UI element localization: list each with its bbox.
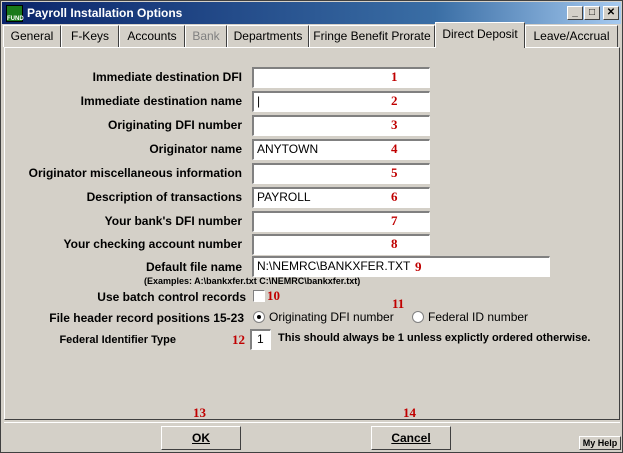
default-file-examples: (Examples: A:\bankxfer.txt C:\NEMRC\bank… bbox=[144, 276, 361, 286]
tab-strip: General F-Keys Accounts Bank Departments… bbox=[3, 22, 620, 48]
close-button[interactable]: ✕ bbox=[603, 6, 619, 20]
tab-leave-accrual[interactable]: Leave/Accrual bbox=[525, 25, 618, 47]
title-bar: FUND Payroll Installation Options _ □ ✕ bbox=[2, 2, 621, 24]
originator-misc-label: Originator miscellaneous information bbox=[28, 166, 242, 180]
ok-button[interactable]: OK bbox=[161, 426, 241, 450]
immediate-destination-name-label: Immediate destination name bbox=[80, 94, 242, 108]
tab-fringe-benefit-prorate[interactable]: Fringe Benefit Prorate bbox=[309, 25, 435, 47]
cancel-button[interactable]: Cancel bbox=[371, 426, 451, 450]
federal-id-radio[interactable] bbox=[412, 311, 424, 323]
marker-3: 3 bbox=[391, 117, 398, 132]
originator-name-input[interactable]: ANYTOWN bbox=[252, 139, 430, 160]
marker-10: 10 bbox=[267, 288, 280, 303]
originating-dfi-input[interactable] bbox=[252, 115, 430, 136]
marker-1: 1 bbox=[391, 69, 398, 84]
marker-12: 12 bbox=[232, 332, 245, 347]
default-file-label: Default file name bbox=[145, 260, 242, 274]
federal-identifier-label: Federal Identifier Type bbox=[59, 334, 176, 346]
marker-2: 2 bbox=[391, 93, 398, 108]
window-title: Payroll Installation Options bbox=[27, 6, 183, 20]
originator-name-label: Originator name bbox=[149, 142, 242, 156]
originating-dfi-radio[interactable] bbox=[253, 311, 265, 323]
tab-general[interactable]: General bbox=[3, 25, 61, 47]
cancel-button-label: Cancel bbox=[391, 431, 431, 445]
my-help-button[interactable]: My Help bbox=[579, 436, 621, 450]
batch-control-label: Use batch control records bbox=[97, 290, 246, 304]
checking-account-label: Your checking account number bbox=[63, 237, 242, 251]
description-label: Description of transactions bbox=[86, 190, 242, 204]
app-icon-text: FUND bbox=[7, 16, 24, 22]
batch-control-checkbox[interactable] bbox=[253, 290, 265, 302]
app-icon: FUND bbox=[6, 5, 24, 22]
marker-13: 13 bbox=[193, 405, 206, 420]
bank-dfi-label: Your bank's DFI number bbox=[104, 214, 242, 228]
originating-dfi-label: Originating DFI number bbox=[108, 118, 242, 132]
minimize-button[interactable]: _ bbox=[567, 6, 583, 20]
marker-4: 4 bbox=[391, 141, 398, 156]
divider bbox=[4, 422, 620, 423]
marker-14: 14 bbox=[403, 405, 416, 420]
maximize-button[interactable]: □ bbox=[584, 6, 600, 20]
federal-identifier-note: This should always be 1 unless explictly… bbox=[278, 332, 591, 344]
marker-6: 6 bbox=[391, 189, 398, 204]
file-header-label: File header record positions 15-23 bbox=[49, 311, 244, 325]
federal-identifier-input[interactable]: 1 bbox=[250, 329, 271, 350]
payroll-installation-options-window: FUND Payroll Installation Options _ □ ✕ … bbox=[0, 0, 623, 453]
description-input[interactable]: PAYROLL bbox=[252, 187, 430, 208]
tab-departments[interactable]: Departments bbox=[227, 25, 309, 47]
originator-misc-input[interactable] bbox=[252, 163, 430, 184]
marker-8: 8 bbox=[391, 236, 398, 251]
marker-9: 9 bbox=[415, 259, 422, 274]
federal-id-radio-label[interactable]: Federal ID number bbox=[428, 310, 528, 324]
checking-account-input[interactable] bbox=[252, 234, 430, 255]
radio-selected-dot bbox=[257, 315, 261, 319]
default-file-input[interactable]: N:\NEMRC\BANKXFER.TXT bbox=[252, 256, 550, 277]
immediate-destination-dfi-label: Immediate destination DFI bbox=[92, 70, 242, 84]
marker-5: 5 bbox=[391, 165, 398, 180]
ok-button-label: OK bbox=[192, 431, 210, 445]
originating-dfi-radio-label[interactable]: Originating DFI number bbox=[269, 310, 394, 324]
tab-bank: Bank bbox=[185, 25, 227, 47]
immediate-destination-dfi-input[interactable] bbox=[252, 67, 430, 88]
tab-f-keys[interactable]: F-Keys bbox=[61, 25, 119, 47]
tab-direct-deposit[interactable]: Direct Deposit bbox=[435, 22, 525, 48]
immediate-destination-name-input[interactable]: | bbox=[252, 91, 430, 112]
marker-7: 7 bbox=[391, 213, 398, 228]
tab-accounts[interactable]: Accounts bbox=[119, 25, 185, 47]
bank-dfi-input[interactable] bbox=[252, 211, 430, 232]
